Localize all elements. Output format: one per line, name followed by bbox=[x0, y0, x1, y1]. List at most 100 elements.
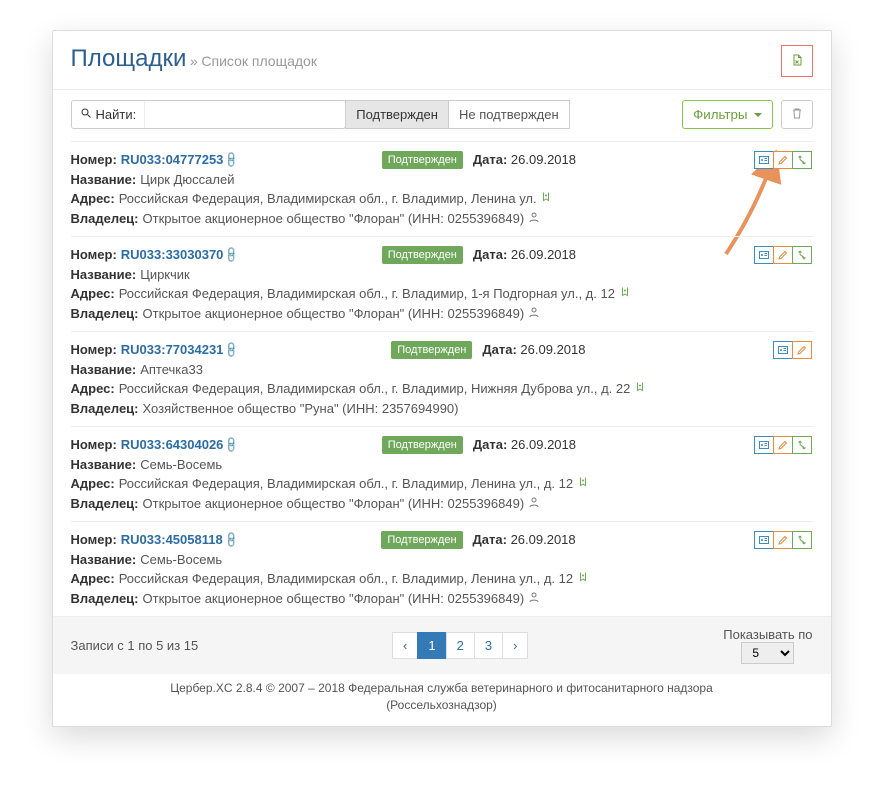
page-size-block: Показывать по 5 bbox=[723, 627, 812, 664]
date-block: Дата: 26.09.2018 bbox=[473, 435, 613, 455]
number-label: Номер: bbox=[71, 435, 117, 455]
page-2[interactable]: 2 bbox=[446, 632, 475, 659]
item-id-link[interactable]: RU033:77034231 bbox=[121, 340, 224, 360]
filters-button[interactable]: Фильтры bbox=[682, 100, 772, 129]
map-pin-icon[interactable] bbox=[577, 571, 589, 586]
status-badge: Подтвержден bbox=[382, 151, 463, 170]
tab-confirmed[interactable]: Подтвержден bbox=[345, 100, 449, 129]
list-item: Номер: RU033:45058118🔗 Подтвержден Дата: 2… bbox=[71, 521, 813, 616]
results-list: Номер: RU033:04777253🔗ПодтвержденДата: 2… bbox=[53, 139, 831, 616]
search-input[interactable] bbox=[145, 101, 345, 128]
link-icon: 🔗 bbox=[222, 434, 243, 455]
status-badge: Подтвержден bbox=[382, 436, 463, 455]
name-line: Название:Семь-Восемь bbox=[71, 550, 813, 570]
owner-line: Владелец:Открытое акционерное общество "… bbox=[71, 494, 813, 514]
number-label: Номер: bbox=[71, 340, 117, 360]
edit-button[interactable] bbox=[773, 531, 793, 549]
owner-line: Владелец:Хозяйственное общество "Руна" (… bbox=[71, 399, 813, 419]
search-label: Найти: bbox=[96, 107, 137, 122]
page-size-select[interactable]: 5 bbox=[741, 642, 794, 664]
map-pin-icon[interactable] bbox=[577, 476, 589, 491]
page-3[interactable]: 3 bbox=[474, 632, 503, 659]
view-card-button[interactable] bbox=[754, 246, 774, 264]
user-icon bbox=[528, 497, 540, 511]
search-addon: Найти: bbox=[72, 101, 146, 128]
row-actions bbox=[755, 436, 812, 454]
row-actions bbox=[774, 341, 812, 359]
records-info: Записи с 1 по 5 из 15 bbox=[71, 638, 199, 653]
user-icon bbox=[528, 592, 540, 606]
export-button[interactable] bbox=[781, 45, 813, 77]
tab-unconfirmed[interactable]: Не подтвержден bbox=[448, 100, 570, 129]
clear-filters-button[interactable] bbox=[781, 100, 813, 129]
item-id-link[interactable]: RU033:33030370 bbox=[121, 245, 224, 265]
breadcrumb-sep: » bbox=[190, 53, 198, 69]
trash-icon bbox=[791, 107, 803, 122]
date-block: Дата: 26.09.2018 bbox=[473, 530, 613, 550]
search-group: Найти: bbox=[71, 100, 347, 129]
owner-line: Владелец:Открытое акционерное общество "… bbox=[71, 209, 813, 229]
list-item: Номер: RU033:64304026🔗 Подтвержден Дата: 2… bbox=[71, 426, 813, 521]
list-item: Номер: RU033:77034231🔗ПодтвержденДата: 2… bbox=[71, 331, 813, 426]
map-pin-icon[interactable] bbox=[634, 381, 646, 396]
date-block: Дата: 26.09.2018 bbox=[473, 150, 613, 170]
number-label: Номер: bbox=[71, 530, 117, 550]
file-excel-icon bbox=[791, 53, 803, 69]
pagination-bar: Записи с 1 по 5 из 15 ‹123› Показывать п… bbox=[53, 616, 831, 674]
date-block: Дата: 26.09.2018 bbox=[473, 245, 613, 265]
page-1[interactable]: 1 bbox=[417, 632, 446, 659]
search-icon bbox=[80, 107, 92, 122]
name-line: Название:Аптечка33 bbox=[71, 360, 813, 380]
edit-button[interactable] bbox=[773, 246, 793, 264]
breadcrumb: Список площадок bbox=[201, 53, 317, 69]
item-id-link[interactable]: RU033:64304026 bbox=[121, 435, 224, 455]
chevron-down-icon bbox=[754, 113, 762, 117]
item-id-link[interactable]: RU033:04777253 bbox=[121, 150, 224, 170]
view-card-button[interactable] bbox=[754, 531, 774, 549]
view-card-button[interactable] bbox=[754, 436, 774, 454]
status-tabs: Подтвержден Не подтвержден bbox=[345, 100, 569, 129]
filters-label: Фильтры bbox=[693, 107, 747, 122]
page-prev[interactable]: ‹ bbox=[392, 632, 418, 659]
owner-line: Владелец:Открытое акционерное общество "… bbox=[71, 304, 813, 324]
link-icon: 🔗 bbox=[222, 244, 243, 265]
list-item: Номер: RU033:04777253🔗 Подтвержден Дата: 2… bbox=[71, 141, 813, 236]
branch-button[interactable] bbox=[792, 436, 812, 454]
branch-button[interactable] bbox=[792, 151, 812, 169]
main-panel: Площадки » Список площадок Найти: Подтве… bbox=[52, 30, 832, 727]
pagination: ‹123› bbox=[393, 632, 528, 659]
view-card-button[interactable] bbox=[773, 341, 793, 359]
date-block: Дата: 26.09.2018 bbox=[482, 340, 622, 360]
item-id-link[interactable]: RU033:45058118 bbox=[121, 530, 223, 550]
row-actions bbox=[755, 151, 812, 169]
user-icon bbox=[528, 212, 540, 226]
footer-copyright: Цербер.XC 2.8.4 © 2007 – 2018 Федеральна… bbox=[53, 674, 831, 726]
view-card-button[interactable] bbox=[754, 151, 774, 169]
row-actions bbox=[755, 246, 812, 264]
address-line: Адрес:Российская Федерация, Владимирская… bbox=[71, 474, 813, 494]
map-pin-icon[interactable] bbox=[619, 286, 631, 301]
branch-button[interactable] bbox=[792, 246, 812, 264]
link-icon: 🔗 bbox=[222, 149, 243, 170]
map-pin-icon[interactable] bbox=[540, 191, 552, 206]
edit-button[interactable] bbox=[773, 151, 793, 169]
name-line: Название:Семь-Восемь bbox=[71, 455, 813, 475]
page-title-block: Площадки » Список площадок bbox=[71, 45, 317, 73]
branch-button[interactable] bbox=[792, 531, 812, 549]
link-icon: 🔗 bbox=[222, 339, 243, 360]
name-line: Название:Циркчик bbox=[71, 265, 813, 285]
number-label: Номер: bbox=[71, 150, 117, 170]
page-header: Площадки » Список площадок bbox=[53, 31, 831, 81]
number-label: Номер: bbox=[71, 245, 117, 265]
edit-button[interactable] bbox=[792, 341, 812, 359]
page-next[interactable]: › bbox=[502, 632, 528, 659]
copyright-line2: (Россельхознадзор) bbox=[71, 697, 813, 714]
edit-button[interactable] bbox=[773, 436, 793, 454]
status-badge: Подтвержден bbox=[381, 531, 462, 550]
page-title: Площадки bbox=[71, 45, 187, 72]
user-icon bbox=[528, 307, 540, 321]
name-line: Название:Цирк Дюссалей bbox=[71, 170, 813, 190]
list-item: Номер: RU033:33030370🔗ПодтвержденДата: 2… bbox=[71, 236, 813, 331]
link-icon: 🔗 bbox=[221, 529, 242, 550]
address-line: Адрес:Российская Федерация, Владимирская… bbox=[71, 379, 813, 399]
